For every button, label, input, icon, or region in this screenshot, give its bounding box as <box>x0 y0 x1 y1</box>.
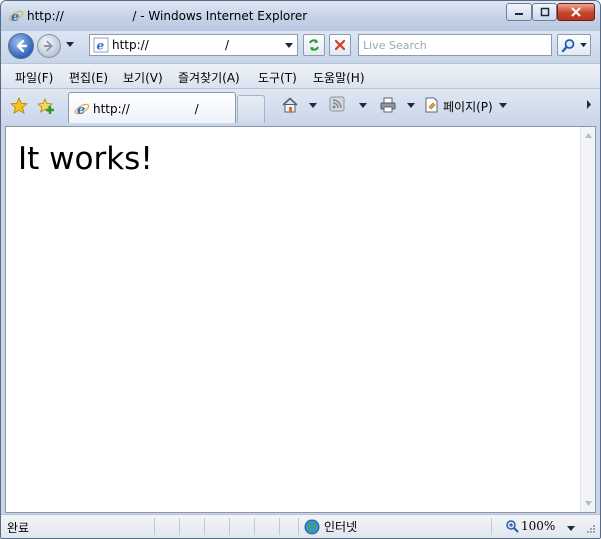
address-dropdown-icon[interactable] <box>285 43 293 49</box>
scroll-up-icon[interactable] <box>585 133 592 138</box>
maximize-button[interactable] <box>532 3 557 21</box>
new-tab-button[interactable] <box>237 95 265 123</box>
more-commands-icon[interactable] <box>586 100 592 109</box>
status-divider <box>154 518 155 535</box>
refresh-button[interactable] <box>303 34 325 56</box>
print-button[interactable] <box>379 96 397 114</box>
close-icon <box>571 7 581 17</box>
print-dropdown-icon[interactable] <box>407 103 415 109</box>
address-bar[interactable]: e http:// / <box>89 34 298 56</box>
menu-favorites[interactable]: 즐겨찾기(A) <box>178 69 240 86</box>
security-zone[interactable]: 인터넷 <box>304 518 357 535</box>
forward-button[interactable] <box>37 34 61 58</box>
status-bar: 완료 인터넷 100% <box>1 514 600 538</box>
forward-arrow-icon <box>43 40 53 52</box>
page-dropdown-icon[interactable] <box>499 103 507 109</box>
zoom-icon <box>506 520 519 533</box>
status-divider <box>491 518 492 535</box>
back-arrow-icon <box>16 39 28 53</box>
svg-text:e: e <box>97 39 105 53</box>
feeds-dropdown-icon[interactable] <box>359 103 367 109</box>
page-menu-label[interactable]: 페이지(P) <box>443 98 493 115</box>
menu-help[interactable]: 도움말(H) <box>313 69 365 86</box>
menu-bar: 파일(F) 편집(E) 보기(V) 즐겨찾기(A) 도구(T) 도움말(H) <box>1 63 600 89</box>
globe-icon <box>304 519 320 534</box>
maximize-icon <box>540 7 549 17</box>
page-content: It works! <box>5 126 596 513</box>
tab-active[interactable]: e http:// / <box>68 92 236 123</box>
stop-icon <box>334 39 346 51</box>
ie-logo-icon: e <box>8 8 24 25</box>
svg-text:e: e <box>11 10 19 24</box>
search-box[interactable]: Live Search <box>358 34 552 56</box>
tab-title: http:// / <box>93 102 199 116</box>
page-menu-button[interactable] <box>423 96 441 114</box>
status-divider <box>298 518 299 535</box>
resize-grip-icon[interactable] <box>585 523 596 534</box>
recent-pages-dropdown-icon[interactable] <box>66 42 74 48</box>
status-divider <box>179 518 180 535</box>
vertical-scrollbar[interactable] <box>580 127 595 512</box>
search-button[interactable] <box>557 34 591 56</box>
zoom-level[interactable]: 100% <box>505 519 555 533</box>
scroll-down-icon[interactable] <box>585 501 592 506</box>
stop-button[interactable] <box>329 34 351 56</box>
status-divider <box>279 518 280 535</box>
status-divider <box>204 518 205 535</box>
title-bar: e http:// / - Windows Internet Explorer <box>1 1 600 31</box>
star-icon[interactable] <box>10 97 28 115</box>
page-ie-icon: e <box>93 37 109 53</box>
ie-tab-icon: e <box>74 101 90 118</box>
status-divider <box>254 518 255 535</box>
close-button[interactable] <box>557 3 595 21</box>
status-text: 완료 <box>7 521 30 535</box>
rss-feed-icon <box>329 96 345 112</box>
zone-label: 인터넷 <box>324 520 358 534</box>
zoom-dropdown-icon[interactable] <box>567 526 575 532</box>
magnifier-icon <box>561 39 575 53</box>
page-heading: It works! <box>18 141 153 177</box>
search-options-dropdown-icon[interactable] <box>580 43 587 48</box>
refresh-icon <box>309 39 319 51</box>
menu-edit[interactable]: 편집(E) <box>69 69 108 86</box>
feeds-button[interactable] <box>329 96 345 112</box>
minimize-icon <box>515 13 523 15</box>
home-button[interactable] <box>281 96 299 114</box>
menu-tools[interactable]: 도구(T) <box>258 69 297 86</box>
status-divider <box>229 518 230 535</box>
address-url[interactable]: http:// / <box>112 38 229 52</box>
window-title: http:// / - Windows Internet Explorer <box>27 9 308 23</box>
home-dropdown-icon[interactable] <box>309 103 317 109</box>
page-icon <box>425 97 438 113</box>
back-button[interactable] <box>8 33 34 59</box>
minimize-button[interactable] <box>506 3 532 21</box>
menu-file[interactable]: 파일(F) <box>15 69 53 86</box>
home-icon <box>282 97 298 113</box>
browser-window: e http:// / - Windows Internet Explorer <box>0 0 601 539</box>
zoom-value: 100% <box>521 519 556 533</box>
add-favorite-icon[interactable] <box>37 97 55 115</box>
navigation-bar: e http:// / Live Search <box>1 31 600 61</box>
tab-bar: e http:// / 페이지(P) <box>1 89 600 125</box>
printer-icon <box>380 97 396 113</box>
search-input[interactable]: Live Search <box>363 39 427 52</box>
svg-text:e: e <box>77 103 85 117</box>
menu-view[interactable]: 보기(V) <box>123 69 163 86</box>
